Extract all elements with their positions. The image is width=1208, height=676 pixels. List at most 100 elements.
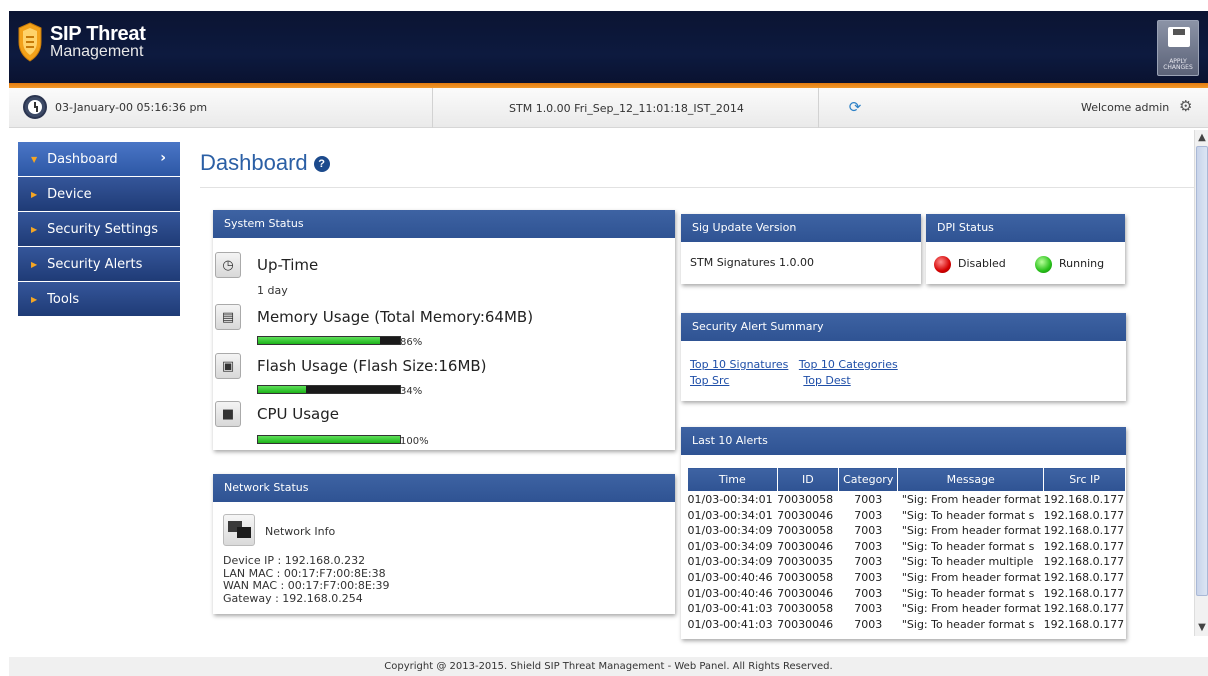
table-cell: 192.168.0.177 — [1043, 524, 1125, 538]
chevron-right-icon: › — [160, 150, 166, 166]
column-header-src-ip[interactable]: Src IP — [1043, 467, 1126, 492]
bullet-arrow-icon: ▶ — [31, 189, 38, 199]
bullet-arrow-icon: ▶ — [31, 259, 38, 269]
table-cell: 7003 — [854, 508, 883, 522]
flash-usage-fill — [258, 386, 307, 393]
gear-icon[interactable]: ⚙ — [1179, 98, 1195, 114]
table-cell: 01/03-00:40:46 — [687, 586, 773, 600]
memory-usage-percent: 86% — [400, 337, 423, 348]
flash-usage-percent: 34% — [400, 386, 423, 397]
table-cell: 192.168.0.177 — [1043, 508, 1125, 522]
panel-header: Sig Update Version — [681, 214, 921, 242]
table-cell: 7003 — [854, 555, 883, 569]
column-header-category[interactable]: Category — [838, 467, 899, 492]
table-row[interactable]: 01/03-00:34:09 70030046 7003 "Sig: To heade… — [688, 539, 1126, 555]
last-alerts-panel: Last 10 Alerts Time ID Category Message … — [681, 427, 1126, 639]
table-cell: 70030046 — [777, 586, 834, 600]
save-disk-icon — [1168, 27, 1190, 47]
bullet-arrow-icon: ▶ — [31, 224, 38, 234]
info-bar: 03-January-00 05:16:36 pm STM 1.0.00 Fri… — [9, 88, 1208, 128]
table-cell: 70030058 — [777, 493, 834, 506]
table-cell: 7003 — [854, 570, 883, 584]
page-scrollbar[interactable]: ▲ ▼ — [1194, 130, 1208, 636]
table-cell: "Sig: To header format s — [901, 508, 1035, 522]
sidebar-item-tools[interactable]: ▶ Tools — [18, 282, 180, 316]
sidebar-item-dashboard[interactable]: ▼ Dashboard › — [18, 142, 180, 176]
apply-changes-button[interactable]: APPLY CHANGES — [1157, 20, 1199, 76]
table-cell: 192.168.0.177 — [1043, 586, 1125, 600]
system-status-panel: System Status ◷ Up-Time 1 day ▤ Memory U… — [213, 210, 675, 450]
link-top-10-signatures[interactable]: Top 10 Signatures — [690, 358, 788, 371]
sidebar-item-security-alerts[interactable]: ▶ Security Alerts — [18, 247, 180, 281]
table-row[interactable]: 01/03-00:40:46 70030058 7003 "Sig: From hea… — [688, 570, 1126, 586]
panel-header: Network Status — [213, 474, 675, 502]
cpu-usage-fill — [258, 436, 400, 443]
column-header-id[interactable]: ID — [776, 467, 840, 492]
link-top-src[interactable]: Top Src — [690, 374, 729, 387]
device-ip: Device IP : 192.168.0.232 — [223, 554, 366, 567]
sidebar-item-label: Device — [47, 186, 92, 202]
table-row[interactable]: 01/03-00:34:01 70030046 7003 "Sig: To heade… — [688, 508, 1126, 524]
sidebar-item-security-settings[interactable]: ▶ Security Settings — [18, 212, 180, 246]
network-computers-icon — [223, 514, 255, 546]
table-cell: 01/03-00:34:09 — [687, 524, 773, 538]
sidebar-item-device[interactable]: ▶ Device — [18, 177, 180, 211]
flash-usage-bar — [257, 385, 401, 394]
flash-row: ▣ Flash Usage (Flash Size:16MB) — [215, 353, 487, 379]
help-icon[interactable]: ? — [313, 156, 330, 173]
scroll-down-icon[interactable]: ▼ — [1195, 620, 1208, 636]
memory-title: Memory Usage (Total Memory:64MB) — [257, 308, 534, 326]
logo-title: SIP Threat — [50, 23, 146, 45]
table-row[interactable]: 01/03-00:34:09 70030035 7003 "Sig: To heade… — [688, 554, 1126, 570]
panel-header: Last 10 Alerts — [681, 427, 1126, 455]
link-top-dest[interactable]: Top Dest — [803, 374, 850, 387]
panel-header: Security Alert Summary — [681, 313, 1126, 341]
table-cell: 70030058 — [777, 602, 834, 616]
table-row[interactable]: 01/03-00:34:01 70030058 7003 "Sig: From hea… — [688, 492, 1126, 508]
sidebar-item-label: Tools — [47, 291, 80, 307]
column-header-time[interactable]: Time — [687, 467, 778, 492]
flash-title: Flash Usage (Flash Size:16MB) — [257, 357, 487, 375]
app-logo: SIP Threat Management — [18, 22, 146, 62]
dpi-disabled-label: Disabled — [958, 257, 1006, 270]
sidebar-nav: ▼ Dashboard › ▶ Device ▶ Security Settin… — [18, 142, 180, 317]
table-cell: 192.168.0.177 — [1043, 602, 1125, 616]
app-root: SIP Threat Management APPLY CHANGES 03-J… — [0, 0, 1208, 676]
panel-header: System Status — [213, 210, 675, 238]
table-cell: 7003 — [854, 539, 883, 553]
table-row[interactable]: 01/03-00:40:46 70030046 7003 "Sig: To heade… — [688, 586, 1126, 602]
table-cell: 7003 — [854, 493, 883, 506]
gateway: Gateway : 192.168.0.254 — [223, 591, 363, 605]
table-row[interactable]: 01/03-00:41:03 70030058 7003 "Sig: From hea… — [688, 601, 1126, 617]
link-top-10-categories[interactable]: Top 10 Categories — [799, 358, 898, 371]
footer-copyright: Copyright @ 2013-2015. Shield SIP Threat… — [9, 657, 1208, 676]
refresh-icon[interactable]: ⟳ — [847, 99, 863, 115]
network-info-label: Network Info — [265, 525, 336, 538]
table-cell: 01/03-00:40:46 — [687, 570, 773, 584]
memory-usage-fill — [258, 337, 381, 344]
clock-outline-icon: ◷ — [215, 252, 241, 278]
apply-changes-label: APPLY CHANGES — [1163, 57, 1193, 72]
table-cell: 70030046 — [777, 617, 834, 631]
dpi-running-label: Running — [1059, 257, 1105, 270]
memory-usage-bar — [257, 336, 401, 345]
uptime-title: Up-Time — [257, 256, 319, 274]
bullet-arrow-icon: ▼ — [31, 154, 38, 164]
scroll-up-icon[interactable]: ▲ — [1195, 130, 1208, 146]
table-cell: 01/03-00:34:09 — [687, 555, 773, 569]
table-cell: 70030058 — [777, 524, 834, 538]
table-cell: "Sig: From header format — [901, 524, 1041, 538]
column-header-message[interactable]: Message — [897, 467, 1045, 492]
scroll-thumb[interactable] — [1196, 146, 1208, 596]
security-alert-summary-panel: Security Alert Summary Top 10 Signatures… — [681, 313, 1126, 401]
table-cell: 01/03-00:41:03 — [687, 602, 773, 616]
table-row[interactable]: 01/03-00:34:09 70030058 7003 "Sig: From hea… — [688, 523, 1126, 539]
memory-chip-icon: ▤ — [215, 304, 241, 330]
table-cell: 7003 — [854, 617, 883, 631]
table-row[interactable]: 01/03-00:41:03 70030046 7003 "Sig: To heade… — [688, 617, 1126, 633]
page-title: Dashboard — [200, 150, 308, 175]
uptime-value: 1 day — [257, 284, 288, 297]
cpu-title: CPU Usage — [257, 405, 340, 423]
cpu-usage-bar — [257, 435, 401, 444]
clock-icon — [23, 95, 47, 119]
